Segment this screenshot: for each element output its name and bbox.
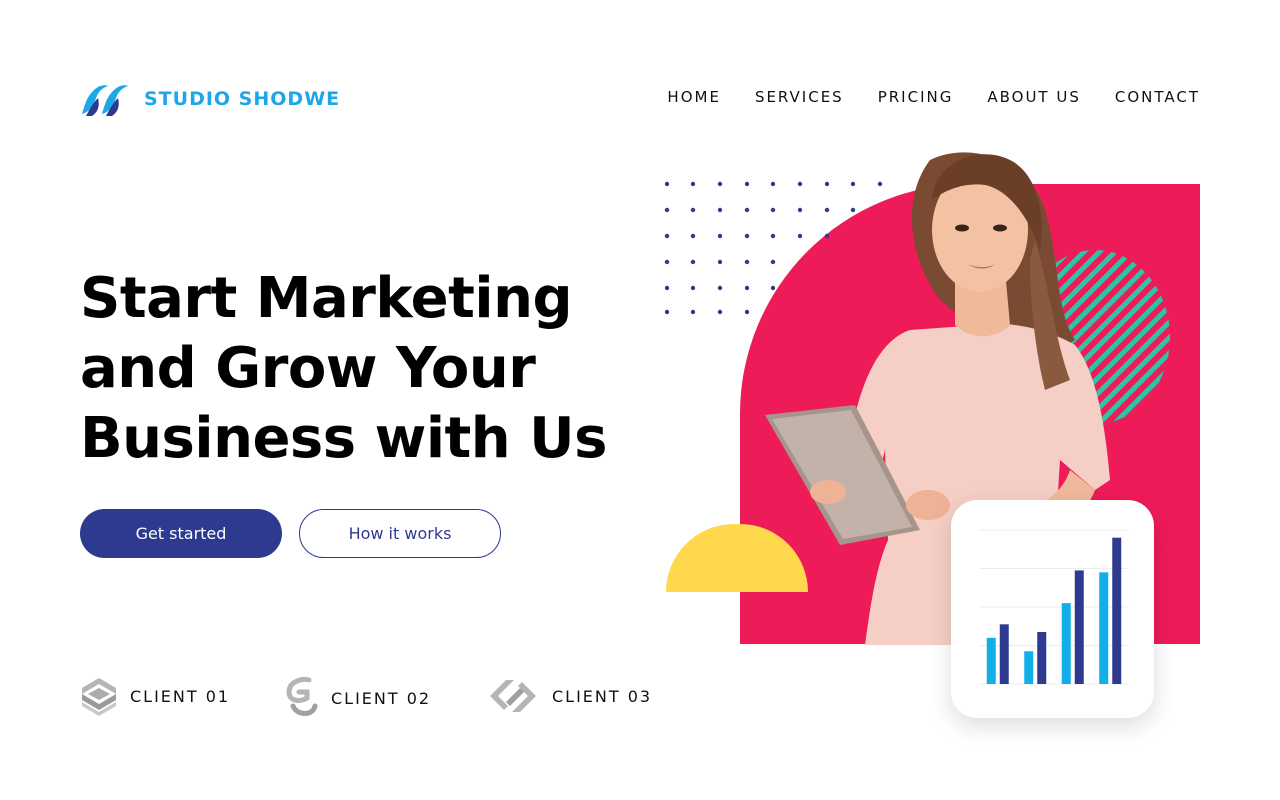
client-logo-02: CLIENT 02 [283, 676, 431, 720]
chart-bar [1074, 570, 1084, 684]
main-nav: HOME SERVICES PRICING ABOUT US CONTACT [667, 88, 1200, 106]
chart-bar [1099, 572, 1109, 684]
get-started-button[interactable]: Get started [80, 509, 282, 558]
bar-chart [979, 529, 1129, 685]
hero-title-line: Business with Us [80, 406, 607, 471]
chart-bar [1037, 632, 1047, 684]
client-logo-03: CLIENT 03 [486, 676, 652, 716]
brand-mark-icon [82, 85, 128, 116]
client-03-logo-icon [490, 680, 536, 712]
hero-title-line: and Grow Your [80, 336, 536, 401]
chart-bar [1024, 651, 1034, 684]
client-label: CLIENT 03 [552, 686, 653, 706]
client-label: CLIENT 02 [331, 688, 432, 708]
nav-item-pricing[interactable]: PRICING [878, 88, 954, 106]
hero-title-line: Start Marketing [80, 266, 573, 331]
client-02-logo-icon [286, 677, 318, 716]
nav-item-about-us[interactable]: ABOUT US [987, 88, 1081, 106]
bar-chart-card [951, 500, 1154, 718]
client-01-logo-icon [82, 678, 116, 716]
nav-item-contact[interactable]: CONTACT [1115, 88, 1200, 106]
chart-bar [999, 624, 1009, 684]
brand-logo[interactable]: STUDIO SHODWE [80, 80, 340, 118]
hero-title: Start Marketing and Grow Your Business w… [80, 264, 680, 474]
client-logo-01: CLIENT 01 [80, 676, 230, 716]
chart-bar [1061, 603, 1071, 684]
nav-item-home[interactable]: HOME [667, 88, 721, 106]
chart-bar [1112, 537, 1122, 684]
nav-item-services[interactable]: SERVICES [755, 88, 844, 106]
brand-name: STUDIO SHODWE [144, 88, 341, 110]
hero-visual [660, 140, 1220, 740]
chart-bar [986, 637, 996, 684]
how-it-works-button[interactable]: How it works [299, 509, 501, 558]
client-label: CLIENT 01 [130, 686, 231, 706]
